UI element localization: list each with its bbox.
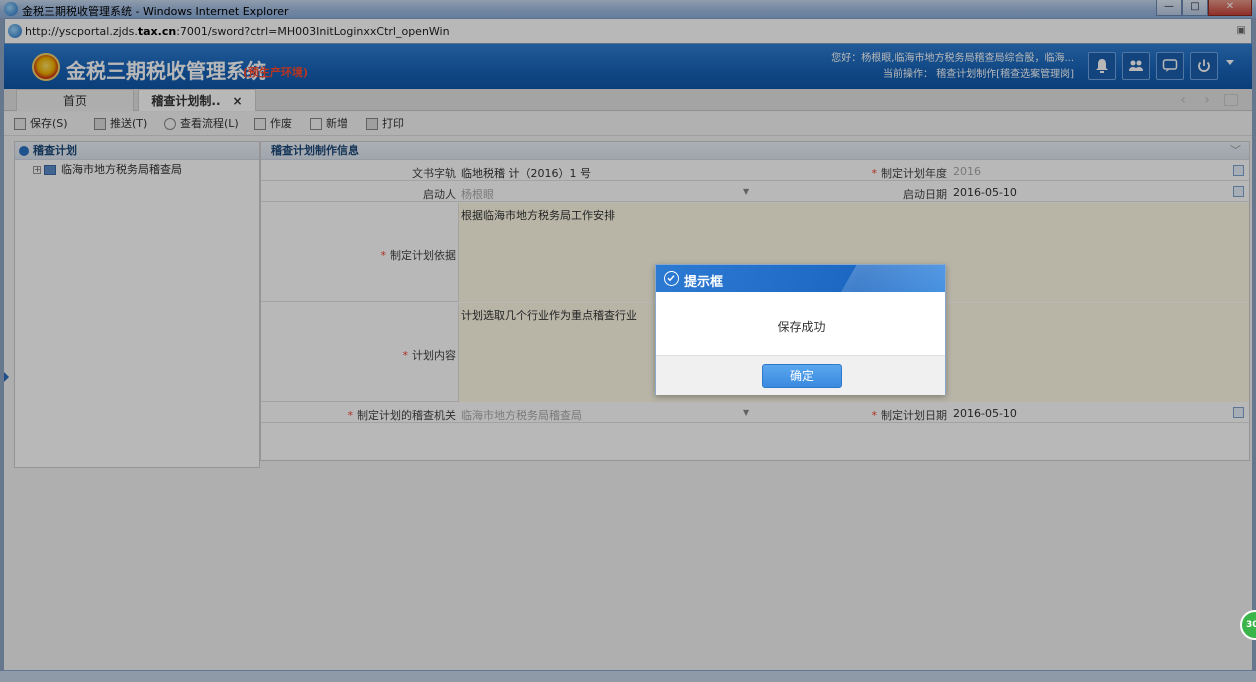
check-circle-icon	[664, 271, 679, 286]
dialog-footer: 确定	[656, 355, 945, 395]
prompt-dialog: 提示框 保存成功 确定	[655, 264, 946, 395]
dialog-title: 提示框	[684, 275, 724, 290]
dialog-header: 提示框	[656, 265, 945, 292]
dialog-message: 保存成功	[777, 320, 826, 334]
ok-button[interactable]: 确定	[762, 364, 842, 388]
modal-overlay	[0, 0, 1256, 682]
